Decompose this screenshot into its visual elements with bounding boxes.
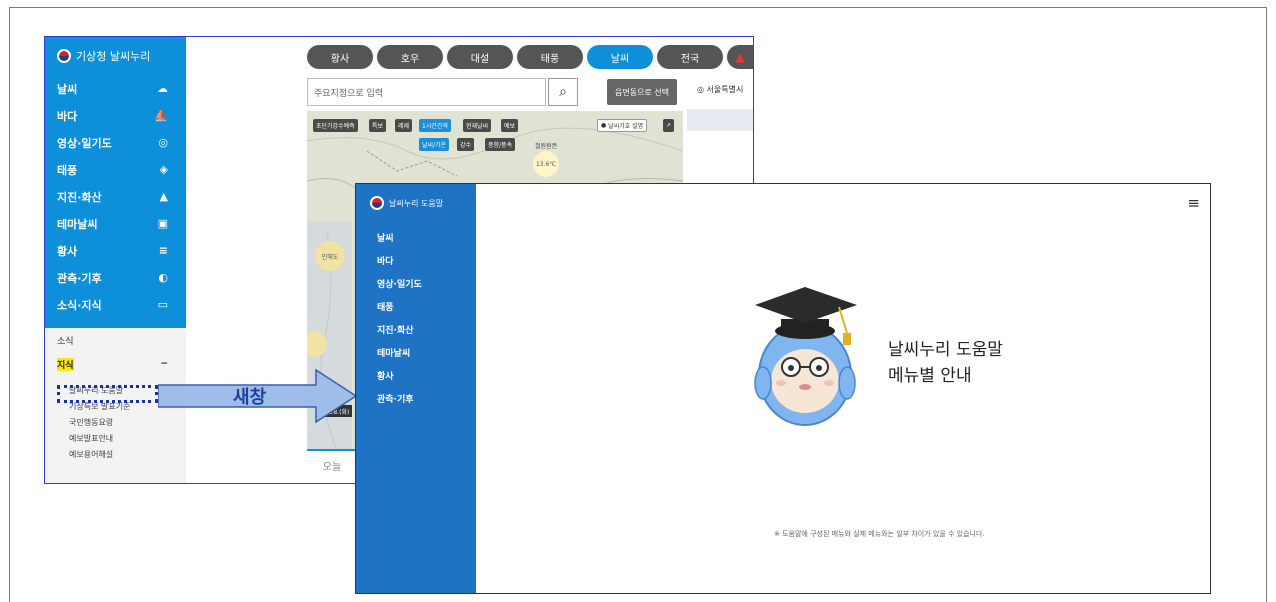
cloud-sun-icon: ☁	[157, 82, 168, 95]
menu-label: 황사	[57, 244, 78, 258]
sidebar-item-sea[interactable]: 바다 ⛵	[45, 102, 186, 129]
tab-typhoon[interactable]: 태풍	[517, 45, 583, 69]
map-legend-button[interactable]: ● 날씨기호 설명	[597, 119, 648, 132]
help-menu-item[interactable]: 영상·일기도	[377, 272, 476, 295]
help-logo[interactable]: 날씨누리 도움말	[356, 184, 476, 222]
sidebar-item-observation[interactable]: 관측·기후 ◐	[45, 264, 186, 291]
typhoon-icon: ◈	[159, 163, 168, 176]
submenu-label: 예보용어해설	[69, 449, 114, 459]
graduate-mascot-icon	[754, 287, 857, 426]
warning-icon[interactable]: ▲	[727, 45, 753, 69]
news-icon: ▭	[157, 298, 168, 311]
bubble-label: 인해도	[321, 253, 339, 261]
map-btn[interactable]: 1시간간격	[419, 119, 451, 132]
submenu-label: 소식	[57, 336, 74, 347]
menu-label: 바다	[57, 109, 78, 123]
volcano-icon: ▲	[159, 190, 168, 203]
island-bubble[interactable]: 인해도	[315, 241, 345, 271]
location-icon: ◎	[697, 85, 704, 94]
search-placeholder: 주요지점으로 입력	[314, 88, 384, 99]
tab-today[interactable]: 오늘	[307, 449, 357, 479]
satellite-icon: ◎	[158, 136, 168, 149]
taeguk-logo-icon	[57, 49, 71, 63]
main-menu: 날씨 ☁ 바다 ⛵ 영상·일기도 ◎ 태풍 ◈ 지진·화산 ▲ 테마날씨 ▣ 황사 ≡ 관측·…	[45, 75, 186, 318]
submenu-label: 예보발표안내	[69, 433, 114, 443]
menu-label: 지진·화산	[57, 190, 102, 204]
map-btn[interactable]: 날씨/기온	[419, 138, 450, 151]
tab-yellow-dust[interactable]: 황사	[307, 45, 373, 69]
tab-nationwide[interactable]: 전국	[657, 45, 723, 69]
submenu-news[interactable]: 소식	[45, 328, 186, 352]
menu-label: 테마날씨	[57, 217, 98, 231]
menu-label: 영상·일기도	[57, 136, 112, 150]
help-menu-item[interactable]: 바다	[377, 249, 476, 272]
map-place-label: 철원원권	[535, 143, 558, 150]
info-strip	[687, 109, 753, 131]
help-menu: 날씨 바다 영상·일기도 태풍 지진·화산 테마날씨 황사 관측·기후	[356, 226, 476, 410]
sidebar-item-news[interactable]: 소식·지식 ▭	[45, 291, 186, 318]
disclaimer-note: ※ 도움말에 구성된 메뉴와 실제 메뉴와는 일부 차이가 있을 수 있습니다.	[774, 530, 985, 538]
portal-logo[interactable]: 기상청 날씨누리	[45, 37, 186, 75]
map-btn[interactable]: 초단기강수예측	[313, 119, 358, 132]
map-btn[interactable]: 현재날씨	[463, 119, 492, 132]
location-label: 서울특별시	[706, 85, 744, 94]
menu-label: 날씨	[57, 82, 78, 96]
help-menu-item[interactable]: 황사	[377, 364, 476, 387]
menu-label: 소식·지식	[57, 298, 102, 312]
help-menu-item[interactable]: 지진·화산	[377, 318, 476, 341]
location-search-input[interactable]: 주요지점으로 입력	[307, 78, 546, 106]
help-menu-item[interactable]: 날씨	[377, 226, 476, 249]
map-btn[interactable]: 특보	[369, 119, 387, 132]
help-logo-text: 날씨누리 도움말	[389, 198, 444, 208]
submenu-label: 국민행동요령	[69, 417, 114, 427]
wave-icon: ⛵	[154, 109, 168, 122]
tab-heavy-snow[interactable]: 대설	[447, 45, 513, 69]
tab-weather[interactable]: 날씨	[587, 45, 653, 69]
help-menu-item[interactable]: 태풍	[377, 295, 476, 318]
map-btn[interactable]: 강수	[457, 138, 475, 151]
sidebar-item-satellite[interactable]: 영상·일기도 ◎	[45, 129, 186, 156]
portal-logo-text: 기상청 날씨누리	[76, 50, 151, 63]
observe-icon: ◐	[158, 271, 168, 284]
expand-icon[interactable]: ↗	[663, 119, 675, 132]
help-menu-item[interactable]: 관측·기후	[377, 387, 476, 410]
sidebar-item-weather[interactable]: 날씨 ☁	[45, 75, 186, 102]
menu-label: 관측·기후	[57, 271, 102, 285]
taeguk-logo-icon	[370, 196, 384, 210]
sidebar-item-typhoon[interactable]: 태풍 ◈	[45, 156, 186, 183]
dot-icon: ●	[601, 122, 607, 129]
current-location[interactable]: ◎ 서울특별시	[697, 84, 743, 95]
map-btn[interactable]: 레제	[395, 119, 413, 132]
hero-title-line2: 메뉴별 안내	[888, 366, 972, 386]
bubble-temp: 13.6℃	[535, 160, 557, 168]
submenu-label: 지식	[57, 357, 74, 371]
help-window: 날씨누리 도움말 날씨 바다 영상·일기도 태풍 지진·화산 테마날씨 황사 관…	[355, 183, 1211, 594]
bag-icon: ▣	[157, 217, 168, 230]
highlight-dotted-box	[57, 385, 158, 403]
weather-bubble[interactable]: 13.6℃	[533, 151, 559, 177]
map-btn[interactable]: 풍향/풍속	[485, 138, 516, 151]
help-sidebar: 날씨누리 도움말 날씨 바다 영상·일기도 태풍 지진·화산 테마날씨 황사 관…	[356, 184, 476, 593]
select-region-button[interactable]: 읍면동으로 선택	[607, 79, 677, 105]
help-hero-title: 날씨누리 도움말 메뉴별 안내	[888, 337, 1003, 389]
dust-icon: ≡	[158, 244, 168, 257]
sidebar-item-theme[interactable]: 테마날씨 ▣	[45, 210, 186, 237]
menu-label: 태풍	[57, 163, 78, 177]
search-icon: ⌕	[559, 84, 567, 100]
hamburger-menu-icon[interactable]: ≡	[1187, 194, 1200, 212]
submenu-item[interactable]: 예보발표안내	[45, 430, 186, 446]
map-btn[interactable]: 예보	[501, 119, 519, 132]
hero-title-line1: 날씨누리 도움말	[888, 340, 1003, 360]
help-menu-item[interactable]: 테마날씨	[377, 341, 476, 364]
tab-heavy-rain[interactable]: 호우	[377, 45, 443, 69]
legend-label: 날씨기호 설명	[608, 123, 644, 130]
hazard-tabs: 황사 호우 대설 태풍 날씨 전국 ▲	[307, 45, 753, 69]
sidebar-item-earthquake[interactable]: 지진·화산 ▲	[45, 183, 186, 210]
submenu-item[interactable]: 예보용어해설	[45, 446, 186, 462]
sidebar-item-dust[interactable]: 황사 ≡	[45, 237, 186, 264]
new-window-label: 새창	[233, 387, 267, 408]
search-button[interactable]: ⌕	[548, 78, 578, 106]
